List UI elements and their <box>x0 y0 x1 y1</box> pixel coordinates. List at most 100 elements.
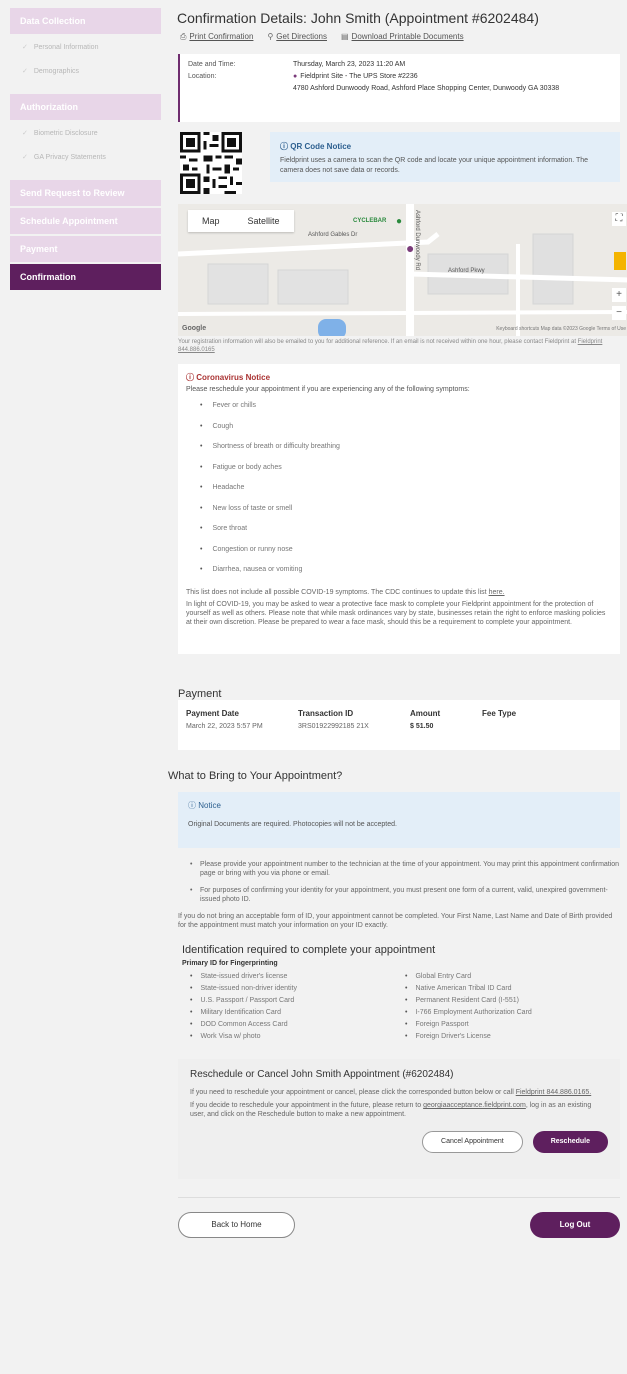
payment-title: Payment <box>178 688 222 700</box>
list-item: For purposes of confirming your identity… <box>190 886 620 904</box>
street-label: Ashford Dunwoody Rd <box>414 210 420 271</box>
registration-note-text: Your registration information will also … <box>178 339 576 345</box>
list-item: Fatigue or body aches <box>200 462 612 483</box>
download-documents-link[interactable]: ▤ Download Printable Documents <box>341 30 464 44</box>
location-row: Location: ● Fieldprint Site - The UPS Sto… <box>188 71 612 95</box>
notice-title: ⓘ Notice <box>188 800 610 811</box>
column-header: Payment Date <box>186 709 239 718</box>
google-logo: Google <box>182 325 207 332</box>
footer-actions: Back to Home Log Out <box>178 1197 620 1238</box>
id-list-left: State-issued driver's license State-issu… <box>190 971 405 1043</box>
column-header: Transaction ID <box>298 709 354 718</box>
location-pin-icon: ⚲ <box>267 32 274 41</box>
sidebar-item-biometric-disclosure[interactable]: ✓ Biometric Disclosure <box>10 122 161 146</box>
table-cell: $ 51.50 <box>410 723 434 730</box>
check-icon: ✓ <box>22 130 28 137</box>
payment-table-container: Payment Date Transaction ID Amount Fee T… <box>178 700 620 750</box>
list-item: State-issued non-driver identity <box>190 983 405 995</box>
document-icon: ▤ <box>340 32 349 41</box>
zoom-in-icon[interactable]: + <box>612 288 626 302</box>
check-icon: ✓ <box>22 68 28 75</box>
coronavirus-notice: ⓘ Coronavirus Notice Please reschedule y… <box>178 364 620 654</box>
date-label: Date and Time: <box>188 61 236 68</box>
list-item: Please provide your appointment number t… <box>190 860 620 878</box>
table-cell: March 22, 2023 5:57 PM <box>186 723 263 730</box>
log-out-button[interactable]: Log Out <box>530 1212 620 1238</box>
identification-title: Identification required to complete your… <box>182 944 436 956</box>
reschedule-text: If you need to reschedule your appointme… <box>190 1089 514 1096</box>
poi-marker-icon: ● <box>396 216 403 227</box>
table-row: March 22, 2023 5:57 PM 3RS01922992185 21… <box>186 721 562 732</box>
qr-code <box>180 132 242 194</box>
directions-label: Get Directions <box>276 32 327 41</box>
fieldprint-phone-link[interactable]: Fieldprint 844.886.0165. <box>516 1089 592 1096</box>
site-address: 4780 Ashford Dunwoody Road, Ashford Plac… <box>293 85 560 92</box>
table-cell <box>482 721 562 732</box>
get-directions-link[interactable]: ⚲ Get Directions <box>267 30 327 44</box>
action-links: ⎙ Print Confirmation ⚲ Get Directions ▤ Dow… <box>168 30 620 44</box>
fullscreen-icon[interactable]: ⛶ <box>612 212 626 226</box>
covid-title: ⓘ Coronavirus Notice <box>186 372 612 383</box>
sidebar-item-label: Personal Information <box>33 44 99 51</box>
street-label: Ashford Pkwy <box>448 268 485 274</box>
list-item: State-issued driver's license <box>190 971 405 983</box>
column-header: Fee Type <box>482 709 517 718</box>
reschedule-panel: Reschedule or Cancel John Smith Appointm… <box>178 1059 620 1179</box>
info-icon: ⓘ <box>188 801 199 810</box>
qr-notice-title-text: QR Code Notice <box>290 142 352 151</box>
sidebar-item-label: Demographics <box>33 68 80 75</box>
sidebar-section-send-request[interactable]: Send Request to Review <box>10 180 161 206</box>
qr-notice-title: ⓘ QR Code Notice <box>280 141 610 152</box>
id-list-right: Global Entry Card Native American Tribal… <box>405 971 620 1043</box>
printer-icon: ⎙ <box>180 32 187 41</box>
covid-intro: Please reschedule your appointment if yo… <box>186 386 470 393</box>
covid-title-text: Coronavirus Notice <box>196 373 271 382</box>
tab-map[interactable]: Map <box>188 210 234 232</box>
sidebar-section-payment[interactable]: Payment <box>10 236 161 262</box>
table-cell: 3RS01922992185 21X <box>298 723 369 730</box>
map-pin-icon: ● <box>293 73 298 80</box>
sidebar-section-schedule[interactable]: Schedule Appointment <box>10 208 161 234</box>
sidebar-item-demographics[interactable]: ✓ Demographics <box>10 60 161 84</box>
appointment-info: Date and Time: Thursday, March 23, 2023 … <box>178 54 620 122</box>
tab-satellite[interactable]: Satellite <box>234 210 294 232</box>
list-item: Permanent Resident Card (I-551) <box>405 995 620 1007</box>
check-icon: ✓ <box>22 154 28 161</box>
map-attribution[interactable]: Keyboard shortcuts Map data ©2023 Google… <box>496 326 626 332</box>
sidebar-item-personal-information[interactable]: ✓ Personal Information <box>10 36 161 60</box>
location-map[interactable]: Map Satellite CYCLEBAR ● Ashford Gables … <box>178 204 627 336</box>
reschedule-button[interactable]: Reschedule <box>532 1131 608 1153</box>
list-item: Native American Tribal ID Card <box>405 983 620 995</box>
list-item: U.S. Passport / Passport Card <box>190 995 405 1007</box>
sidebar-section-authorization[interactable]: Authorization <box>10 94 161 120</box>
list-item: I-766 Employment Authorization Card <box>405 1007 620 1019</box>
notice-body: Original Documents are required. Photoco… <box>188 821 397 828</box>
date-value: Thursday, March 23, 2023 11:20 AM <box>293 61 406 68</box>
table-header-row: Payment Date Transaction ID Amount Fee T… <box>186 706 562 721</box>
column-header: Amount <box>410 709 441 718</box>
page-title: Confirmation Details: John Smith (Appoin… <box>177 10 539 26</box>
print-confirmation-link[interactable]: ⎙ Print Confirmation <box>180 30 253 44</box>
download-label: Download Printable Documents <box>351 32 464 41</box>
list-item: Work Visa w/ photo <box>190 1031 405 1043</box>
cdc-link[interactable]: here. <box>489 589 505 596</box>
documents-notice: ⓘ Notice Original Documents are required… <box>178 792 620 848</box>
location-value: ● Fieldprint Site - The UPS Store #2236 4… <box>293 71 612 95</box>
list-item: Fever or chills <box>200 400 612 421</box>
sidebar: Data Collection ✓ Personal Information ✓ D… <box>10 8 161 292</box>
back-to-home-button[interactable]: Back to Home <box>178 1212 295 1238</box>
qr-row: ⓘ QR Code Notice Fieldprint uses a camer… <box>180 132 620 204</box>
location-label: Location: <box>188 73 217 80</box>
sidebar-section-data-collection[interactable]: Data Collection <box>10 8 161 34</box>
site-name: Fieldprint Site - The UPS Store #2236 <box>300 73 418 80</box>
reschedule-paragraph-1: If you need to reschedule your appointme… <box>190 1088 608 1097</box>
cancel-appointment-button[interactable]: Cancel Appointment <box>422 1131 523 1153</box>
sidebar-item-ga-privacy[interactable]: ✓ GA Privacy Statements <box>10 146 161 170</box>
alert-icon: ⓘ <box>186 373 197 382</box>
list-item: Diarrhea, nausea or vomiting <box>200 564 612 585</box>
fieldprint-site-link[interactable]: georgiaacceptance.fieldprint.com <box>423 1102 526 1109</box>
zoom-out-icon[interactable]: − <box>612 306 626 320</box>
location-marker-icon[interactable]: ● <box>406 240 414 256</box>
poi-label: CYCLEBAR <box>353 218 387 224</box>
sidebar-section-confirmation[interactable]: Confirmation <box>10 264 161 290</box>
